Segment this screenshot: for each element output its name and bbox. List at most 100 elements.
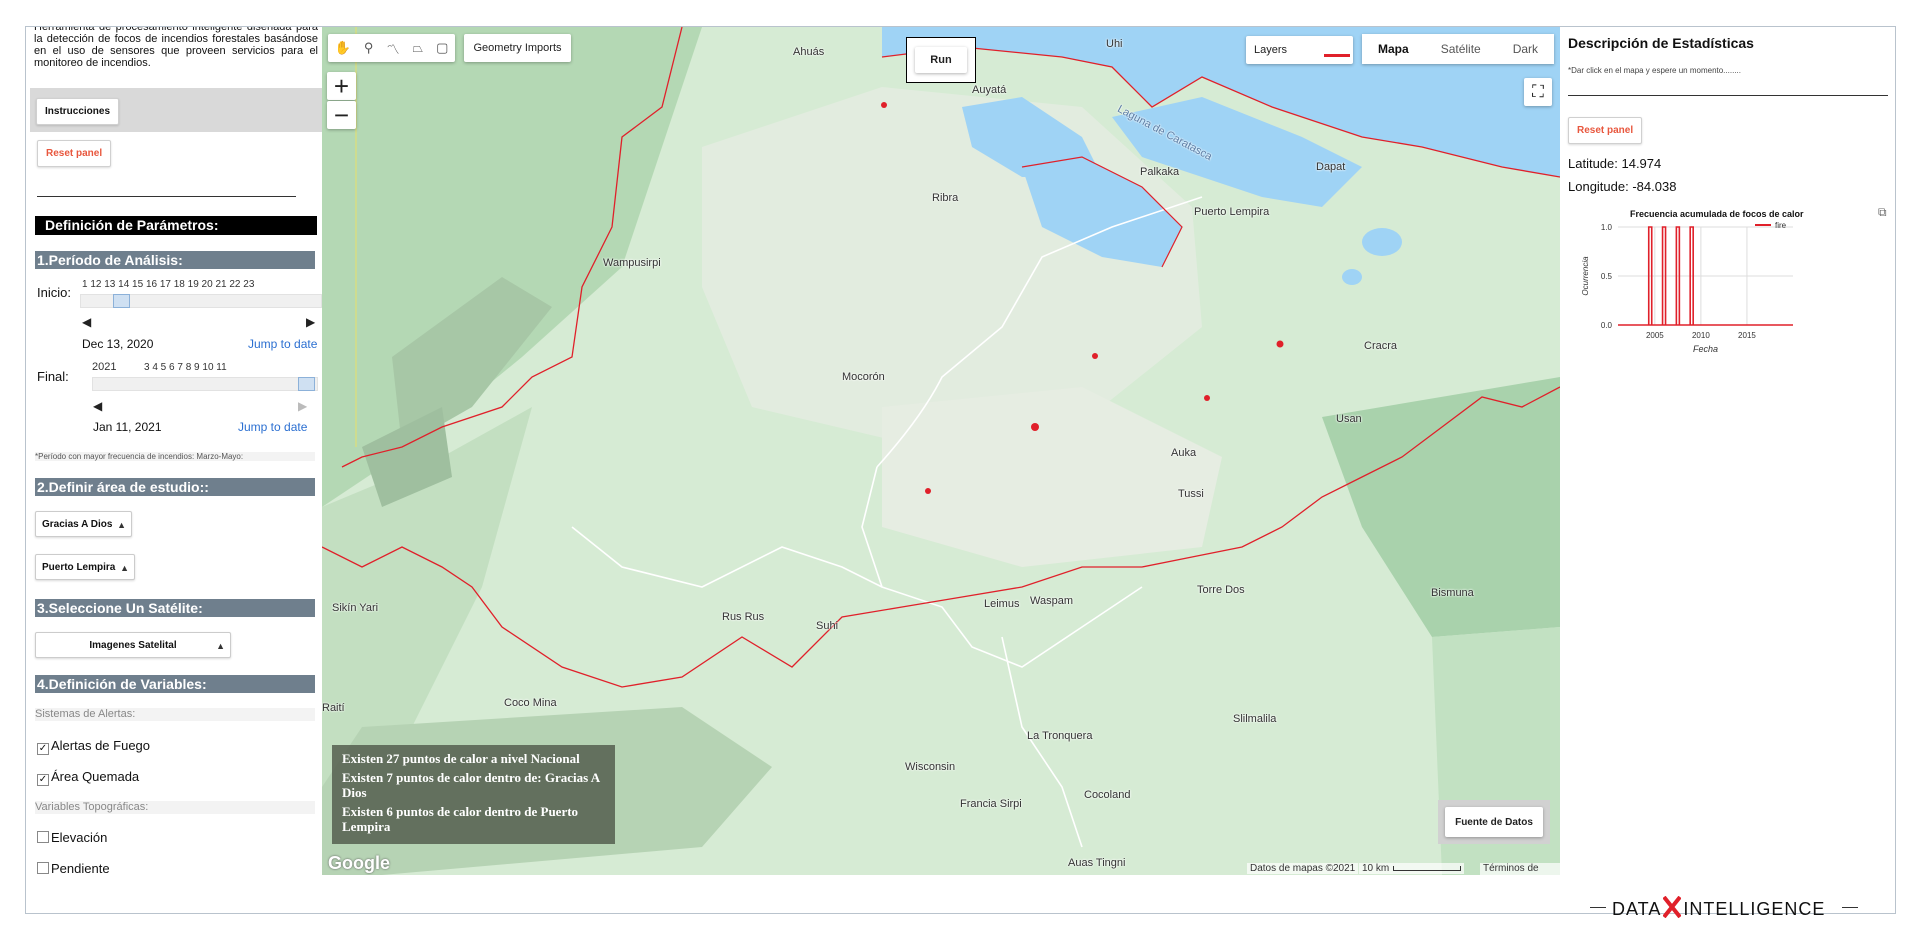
place-label: Ribra (932, 192, 959, 204)
intro-text: Herramienta de procesamiento inteligente… (34, 27, 318, 69)
final-next-arrow[interactable]: ▶ (298, 399, 307, 413)
hand-icon[interactable]: ✋ (335, 40, 351, 56)
layers-button[interactable]: Layers (1246, 36, 1353, 64)
data-source-button[interactable]: Fuente de Datos (1445, 807, 1543, 837)
municipality-select[interactable]: Puerto Lempira ▲ (35, 554, 135, 580)
final-date: Jan 11, 2021 (93, 420, 162, 434)
elevation-checkbox[interactable]: Elevación (37, 830, 107, 845)
satellite-title: 3.Seleccione Un Satélite: (35, 599, 315, 617)
elevation-label: Elevación (51, 830, 108, 845)
chart-y-tick: 0.0 (1601, 321, 1613, 330)
geometry-imports-button[interactable]: Geometry Imports (464, 34, 571, 62)
place-label: Francia Sirpi (960, 798, 1022, 810)
fullscreen-icon[interactable]: ⛶ (1524, 78, 1552, 106)
terms-link[interactable]: Términos de uso (1480, 863, 1560, 875)
satellite-select[interactable]: Imagenes Satelital ▲ (35, 632, 231, 658)
drawing-tools: ✋ ⚲ 〽 ⏢ ▢ (328, 34, 455, 62)
divider (37, 196, 296, 197)
scale-bar (1393, 866, 1462, 871)
control-panel: Herramienta de procesamiento inteligente… (26, 27, 322, 875)
info-line: Existen 6 puntos de calor dentro de Puer… (342, 804, 579, 834)
info-line: Existen 27 puntos de calor a nivel Nacio… (342, 751, 580, 766)
slope-label: Pendiente (51, 861, 110, 875)
inicio-next-arrow[interactable]: ▶ (306, 315, 315, 329)
final-label: Final: (37, 369, 69, 384)
divider (1568, 95, 1888, 96)
inicio-prev-arrow[interactable]: ◀ (82, 315, 91, 329)
marker-icon[interactable]: ⚲ (364, 40, 374, 56)
zoom-in-button[interactable]: + (327, 71, 356, 101)
period-note: *Período con mayor frecuencia de incendi… (35, 452, 315, 461)
checkbox-box (37, 862, 49, 874)
burned-area-checkbox[interactable]: ✓ Área Quemada (37, 769, 139, 786)
map-type-mapa[interactable]: Mapa (1362, 34, 1425, 64)
run-button[interactable]: Run (915, 47, 967, 73)
stats-reset-button[interactable]: Reset panel (1568, 117, 1643, 144)
open-external-icon[interactable]: ⧉ (1878, 205, 1887, 220)
municipality-value: Puerto Lempira (42, 562, 116, 573)
department-select[interactable]: Gracias A Dios ▲ (35, 511, 132, 537)
final-slider[interactable] (92, 377, 318, 391)
instructions-button[interactable]: Instrucciones (36, 98, 120, 125)
place-label: Slilmalila (1233, 713, 1277, 725)
alerts-subtitle: Sistemas de Alertas: (35, 708, 315, 721)
company-logo: DATA INTELLIGENCE (1612, 895, 1825, 920)
topo-subtitle: Variables Topográficas: (35, 801, 315, 814)
fire-point (1092, 353, 1098, 359)
layer-swatch (1324, 54, 1350, 57)
fire-alerts-label: Alertas de Fuego (51, 738, 151, 753)
department-value: Gracias A Dios (42, 519, 113, 530)
place-label: Auyatá (972, 84, 1007, 96)
final-jump-link[interactable]: Jump to date (238, 420, 307, 434)
map-scale: 10 km (1359, 863, 1465, 874)
place-label: Dapat (1316, 161, 1346, 173)
zoom-out-button[interactable]: − (327, 100, 356, 130)
place-label: Cocoland (1084, 789, 1131, 801)
place-label: Suhi (816, 620, 839, 632)
place-label: Sikín Yari (332, 602, 379, 614)
chart-x-tick: 2015 (1738, 331, 1756, 340)
rectangle-icon[interactable]: ▢ (436, 40, 448, 56)
final-ticks: 3 4 5 6 7 8 9 10 11 (144, 362, 227, 373)
logo-x-icon (1662, 895, 1682, 919)
logo-line-right (1842, 907, 1858, 908)
slope-checkbox[interactable]: Pendiente (37, 861, 110, 875)
final-prev-arrow[interactable]: ◀ (93, 399, 102, 413)
hotspot-info-panel: Existen 27 puntos de calor a nivel Nacio… (332, 745, 615, 844)
map-canvas[interactable]: Ahuás Auyatá Ribra Palkaka Puerto Lempir… (322, 27, 1560, 875)
polygon-icon[interactable]: ⏢ (413, 40, 423, 56)
inicio-slider-thumb[interactable] (113, 294, 130, 308)
satellite-value: Imagenes Satelital (89, 640, 177, 651)
chevron-updown-icon: ▲ (216, 641, 225, 651)
line-icon[interactable]: 〽 (386, 39, 399, 58)
inicio-label: Inicio: (37, 285, 71, 300)
inicio-date: Dec 13, 2020 (82, 337, 154, 351)
place-label: Leimus (984, 598, 1020, 610)
reset-panel-button[interactable]: Reset panel (37, 140, 112, 167)
scale-label: 10 km (1362, 863, 1390, 874)
chevron-updown-icon: ▲ (117, 520, 126, 530)
place-label: Puerto Lempira (1194, 206, 1270, 218)
fire-point (1276, 340, 1284, 348)
inicio-jump-link[interactable]: Jump to date (248, 337, 317, 351)
map-type-satelite[interactable]: Satélite (1425, 34, 1497, 64)
chevron-updown-icon: ▲ (120, 563, 129, 573)
area-title: 2.Definir área de estudio:: (35, 478, 315, 496)
longitude-text: Longitude: -84.038 (1568, 179, 1677, 194)
map-type-dark[interactable]: Dark (1497, 34, 1554, 64)
final-slider-thumb[interactable] (298, 377, 315, 391)
place-label: Palkaka (1140, 166, 1180, 178)
place-label: Mocorón (842, 371, 885, 383)
fire-alerts-checkbox[interactable]: ✓ Alertas de Fuego (37, 738, 150, 755)
fire-point (1031, 423, 1039, 431)
stats-panel: Descripción de Estadísticas *Dar click e… (1560, 27, 1895, 875)
map-attribution: Datos de mapas ©2021 (1247, 863, 1359, 874)
checkmark-icon: ✓ (37, 774, 49, 786)
inicio-slider[interactable] (80, 294, 322, 308)
params-title: Definición de Parámetros: (35, 216, 317, 235)
logo-line-left (1590, 907, 1606, 908)
frequency-chart: 0.0 0.5 1.0 2005 2010 2015 Fecha Ocurrencia fire (1581, 221, 1793, 354)
place-label: Bismuna (1431, 587, 1474, 599)
place-label: Wisconsin (905, 761, 956, 773)
place-label: Raití (322, 702, 345, 714)
